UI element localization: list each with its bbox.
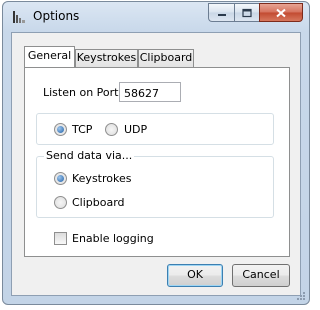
tab-keystrokes-label: Keystrokes [76,51,137,64]
enable-logging-label: Enable logging [72,232,154,245]
close-button[interactable] [259,3,303,22]
udp-radio[interactable] [105,123,118,136]
tab-clipboard-label: Clipboard [139,51,193,64]
keystrokes-radio-dot [57,175,64,182]
tcp-label: TCP [72,123,93,136]
enable-logging-checkbox[interactable] [54,232,67,245]
tcp-radio-dot [57,126,64,133]
close-icon [276,8,286,17]
udp-label: UDP [124,123,148,136]
port-input[interactable] [119,82,181,102]
minimize-button[interactable] [208,3,234,22]
maximize-button[interactable] [234,3,259,22]
maximize-icon [242,8,252,17]
window-title: Options [33,9,80,23]
send-data-group-label: Send data via... [44,149,135,162]
tab-general[interactable]: General [24,46,75,67]
tab-clipboard[interactable]: Clipboard [138,49,194,67]
app-icon [13,11,25,23]
ok-button[interactable]: OK [167,264,223,287]
cancel-button[interactable]: Cancel [232,264,290,287]
caption-buttons [208,3,303,22]
minimize-icon [217,13,226,16]
tcp-radio[interactable] [54,123,67,136]
tab-general-label: General [27,49,72,62]
clipboard-radio[interactable] [54,196,67,209]
tab-keystrokes[interactable]: Keystrokes [75,49,138,67]
keystrokes-radio[interactable] [54,172,67,185]
keystrokes-label: Keystrokes [72,172,132,185]
clipboard-label: Clipboard [72,196,125,209]
resize-grip-icon[interactable] [296,291,306,301]
port-label: Listen on Port: [43,86,123,99]
